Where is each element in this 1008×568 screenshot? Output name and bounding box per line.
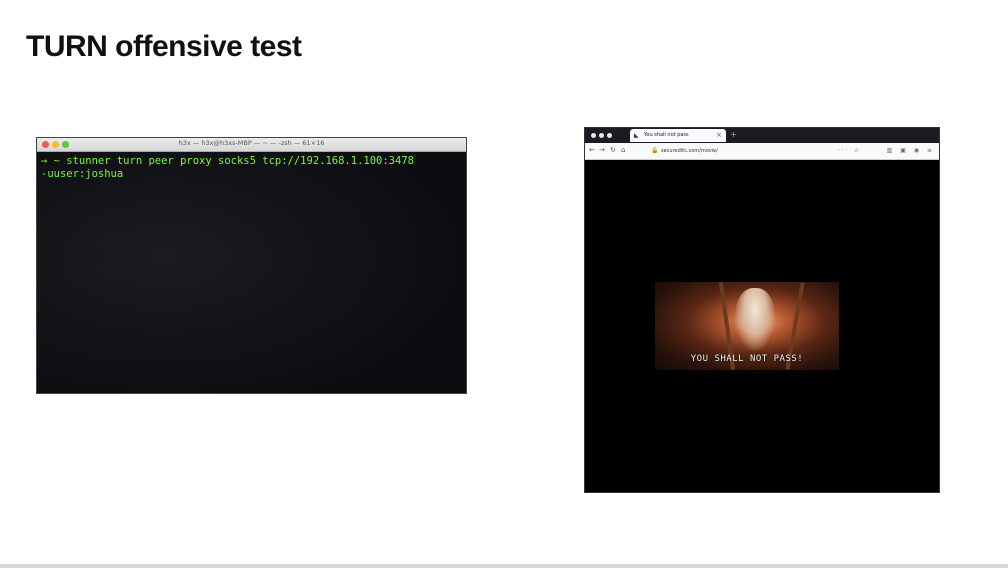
page-actions-icon[interactable]: ··· ☆ [838, 146, 861, 156]
terminal-body[interactable]: → ~ stunner turn peer proxy socks5 tcp:/… [37, 152, 466, 393]
toolbar-extensions-icon[interactable]: ▥ ▣ ◉ ≡ [887, 146, 935, 155]
favicon-icon: ◣ [634, 132, 639, 139]
tab-close-icon[interactable]: × [716, 131, 722, 139]
video-subtitle: YOU SHALL NOT PASS! [690, 354, 804, 364]
terminal-titlebar[interactable]: h3x — h3x@h3xs-MBP — ~ — -zsh — 61×16 [37, 138, 466, 152]
window-control-icon[interactable] [607, 133, 612, 138]
terminal-window[interactable]: h3x — h3x@h3xs-MBP — ~ — -zsh — 61×16 → … [36, 137, 467, 394]
terminal-command-continuation: -uuser:joshua [41, 168, 124, 180]
slide-title: TURN offensive test [26, 30, 302, 63]
page-content: YOU SHALL NOT PASS! [585, 160, 939, 492]
window-control-icon[interactable] [599, 133, 604, 138]
window-control-icon[interactable] [591, 133, 596, 138]
url-text[interactable]: secureditc.com/movie/ [661, 147, 718, 155]
reload-icon[interactable]: ↻ [610, 146, 616, 155]
slide-bottom-divider [0, 564, 1008, 568]
back-arrow-icon[interactable]: ← [589, 146, 595, 155]
video-player[interactable]: YOU SHALL NOT PASS! [655, 282, 839, 370]
browser-tab-active[interactable]: ◣ You shall not pass × [630, 129, 726, 142]
browser-tab-strip: ◣ You shall not pass × + [585, 128, 939, 143]
browser-nav-bar: ← → ↻ ⌂ 🔒 secureditc.com/movie/ ··· ☆ ▥ … [585, 143, 939, 160]
home-icon[interactable]: ⌂ [621, 146, 625, 155]
lock-icon[interactable]: 🔒 [651, 146, 658, 156]
forward-arrow-icon[interactable]: → [599, 146, 605, 155]
video-frame-detail [735, 288, 775, 350]
browser-window[interactable]: ◣ You shall not pass × + ← → ↻ ⌂ 🔒 secur… [584, 127, 940, 493]
terminal-command-line: → ~ stunner turn peer proxy socks5 tcp:/… [41, 155, 414, 167]
tab-title: You shall not pass [644, 132, 689, 138]
terminal-title: h3x — h3x@h3xs-MBP — ~ — -zsh — 61×16 [178, 139, 325, 147]
address-bar[interactable]: 🔒 secureditc.com/movie/ ··· ☆ [651, 146, 861, 156]
new-tab-icon[interactable]: + [730, 130, 737, 140]
